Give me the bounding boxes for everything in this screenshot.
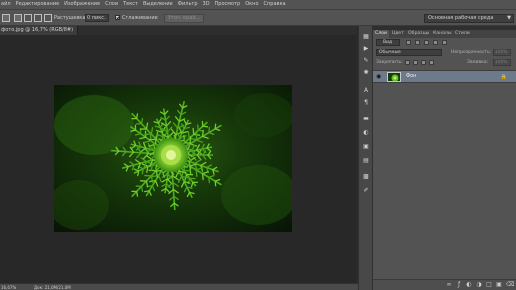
link-icon[interactable]: ∞ [446, 282, 452, 288]
filter-type-icon[interactable] [424, 40, 429, 45]
subtract-selection-icon[interactable] [34, 14, 42, 22]
filter-shape-icon[interactable] [433, 40, 438, 45]
lock-all-icon[interactable] [429, 60, 434, 65]
intersect-selection-icon[interactable] [44, 14, 52, 22]
filter-adjust-icon[interactable] [415, 40, 420, 45]
lock-label: Закрепить: [376, 60, 403, 65]
eye-icon[interactable]: ◉ [376, 73, 383, 80]
tab-layers[interactable]: Слои [373, 30, 389, 38]
filter-row: Вид [373, 38, 516, 47]
menu-window[interactable]: Окно [245, 0, 258, 9]
lock-image-icon[interactable] [413, 60, 418, 65]
antialias-checkbox[interactable] [115, 15, 120, 20]
adjustments-icon[interactable]: ▬ [362, 116, 370, 122]
zoom-readout[interactable]: 16,67% [1, 285, 16, 290]
lock-transparent-icon[interactable] [405, 60, 410, 65]
new-layer-icon[interactable]: ▣ [496, 282, 502, 288]
document-canvas[interactable] [54, 85, 292, 232]
character-icon[interactable]: A [362, 88, 370, 94]
blend-row: Обычные Непрозрачность: 100% [373, 48, 516, 57]
layers-panel: Слои Цвет Образцы Каналы Стили Вид Обычн… [373, 26, 516, 290]
canvas-workspace[interactable] [0, 35, 356, 283]
color-wheel-icon[interactable]: ◐ [362, 130, 370, 136]
lock-icon: 🔒 [500, 74, 507, 80]
tab-color[interactable]: Цвет [390, 30, 406, 38]
opacity-label: Непрозрачность: [451, 50, 492, 55]
lock-row: Закрепить: Заливка: 100% [373, 58, 516, 67]
tab-channels[interactable]: Каналы [431, 30, 453, 38]
workspace-label: Основная рабочая среда [428, 15, 494, 21]
tab-styles[interactable]: Стили [453, 30, 472, 38]
lock-position-icon[interactable] [421, 60, 426, 65]
menu-image[interactable]: Изображение [64, 0, 100, 9]
new-selection-icon[interactable] [14, 14, 22, 22]
adjustment-layer-icon[interactable]: ◑ [476, 282, 482, 288]
kind-filter-label: Вид [383, 40, 393, 45]
trash-icon[interactable]: ⌫ [506, 282, 514, 288]
panel-tabs: Слои Цвет Образцы Каналы Стили [373, 30, 516, 38]
status-bar: 16,67% Док: 21,0M/21,0M [0, 283, 358, 290]
menu-select[interactable]: Выделение [143, 0, 173, 9]
menu-layers[interactable]: Слои [105, 0, 118, 9]
document-tab-bar: фото.jpg @ 16,7% (RGB/8#) [0, 26, 356, 35]
blend-mode-label: Обычные [379, 50, 401, 55]
feather-label: Растушевка: [54, 15, 88, 21]
workspace-select[interactable]: Основная рабочая среда ▼ [424, 14, 514, 23]
folder-icon[interactable]: □ [486, 282, 492, 288]
filter-pixel-icon[interactable] [406, 40, 411, 45]
paths-icon[interactable]: ✐ [362, 188, 370, 194]
navigator-icon[interactable]: ▣ [362, 144, 370, 150]
options-bar: Растушевка: 0 пикс. Сглаживание Уточ. кр… [0, 9, 516, 26]
tab-swatches[interactable]: Образцы [406, 30, 431, 38]
chevron-down-icon: ▼ [507, 15, 511, 21]
doc-size: Док: 21,0M/21,0M [34, 285, 71, 290]
brush-icon[interactable]: ✎ [362, 58, 370, 64]
history-icon[interactable]: ▦ [362, 34, 370, 40]
panel-footer: ∞ ƒ ◐ ◑ □ ▣ ⌫ [373, 279, 516, 290]
layer-row-background[interactable]: ◉ Фон 🔒 [373, 70, 516, 83]
menu-edit[interactable]: Редактирование [16, 0, 60, 9]
document-tab[interactable]: фото.jpg @ 16,7% (RGB/8#) [0, 26, 78, 35]
mask-icon[interactable]: ◐ [466, 282, 472, 288]
fill-input[interactable]: 100% [493, 59, 511, 66]
actions-icon[interactable]: ▶ [362, 46, 370, 52]
refine-edge-button[interactable]: Уточ. край... [164, 14, 205, 23]
antialias-label: Сглаживание [122, 15, 158, 21]
opacity-input[interactable]: 100% [493, 49, 511, 56]
layer-thumbnail [387, 72, 401, 82]
info-icon[interactable]: ▤ [362, 158, 370, 164]
paragraph-icon[interactable]: ¶ [362, 100, 370, 106]
menu-3d[interactable]: 3D [203, 0, 210, 9]
menu-filter[interactable]: Фильтр [178, 0, 198, 9]
menu-file[interactable]: айл [1, 0, 11, 9]
panel-dock: ▦ ▶ ✎ ✺ A ¶ ▬ ◐ ▣ ▤ ▩ ✐ [358, 26, 373, 290]
fill-label: Заливка: [467, 60, 489, 65]
menu-view[interactable]: Просмотр [215, 0, 241, 9]
menu-bar: айл Редактирование Изображение Слои Текс… [0, 0, 516, 9]
menu-help[interactable]: Справка [264, 0, 286, 9]
fx-icon[interactable]: ƒ [456, 282, 462, 288]
swatches-icon[interactable]: ▩ [362, 174, 370, 180]
clone-source-icon[interactable]: ✺ [362, 70, 370, 76]
menu-type[interactable]: Текст [123, 0, 138, 9]
marquee-tool-icon[interactable] [2, 14, 10, 22]
plant-photo [54, 85, 292, 232]
layer-name: Фон [406, 74, 417, 79]
kind-filter-select[interactable]: Вид [376, 39, 400, 46]
add-selection-icon[interactable] [24, 14, 32, 22]
feather-input[interactable]: 0 пикс. [85, 14, 109, 22]
filter-smart-icon[interactable] [442, 40, 447, 45]
blend-mode-select[interactable]: Обычные [376, 49, 442, 56]
